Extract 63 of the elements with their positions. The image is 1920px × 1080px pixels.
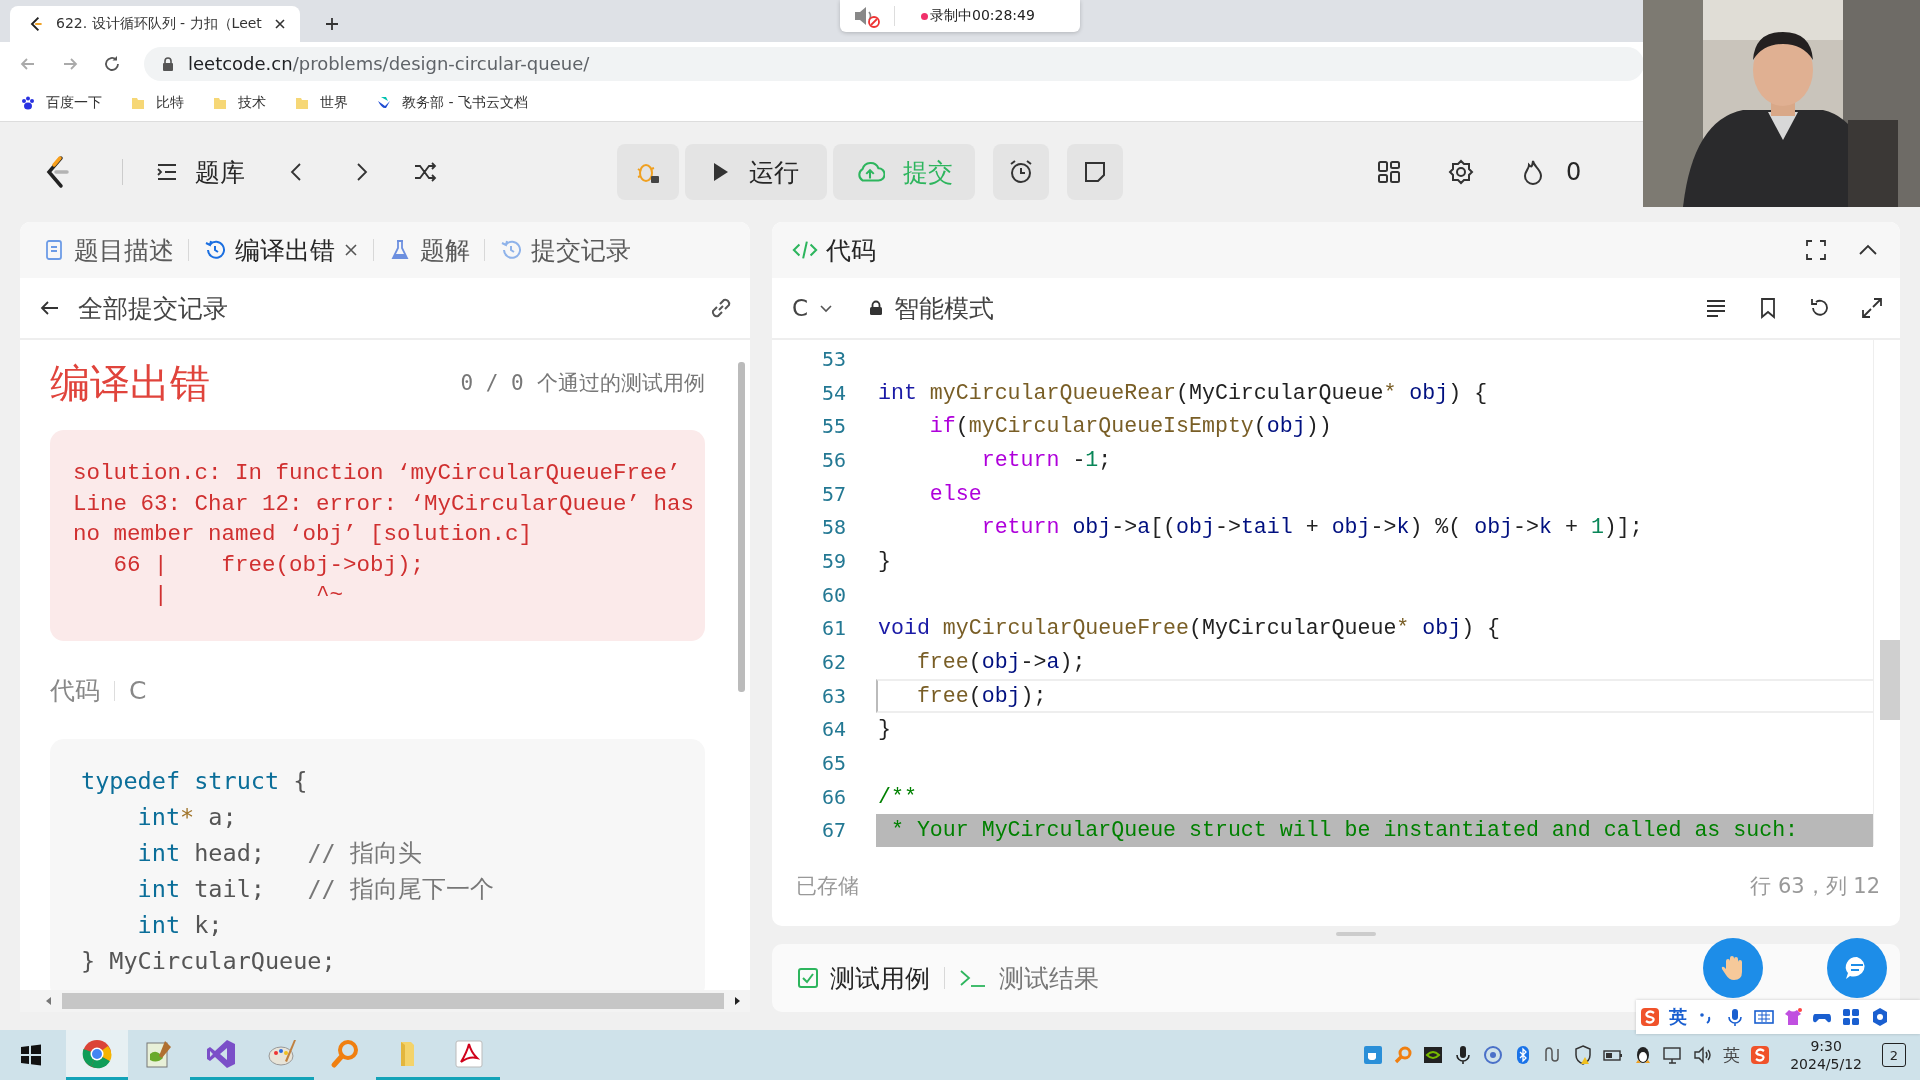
language-mode[interactable]: 英 (1669, 1005, 1687, 1029)
cursor-position: 行 63，列 12 (1750, 873, 1880, 900)
recording-timer: 录制中00:28:49 (930, 7, 1035, 25)
line-number: 66 (820, 784, 846, 809)
line-number: 53 (820, 346, 846, 371)
run-button[interactable]: 运行 (685, 144, 827, 200)
bookmark[interactable]: 教务部 - 飞书云文档 (376, 94, 528, 112)
code-line: int myCircularQueueRear(MyCircularQueue* obj) { (878, 380, 1488, 405)
error-message: solution.c: In function ‘myCircularQueueFree’ Line 63: Char 12: error: ‘MyCircularQueue’ has no member named ‘obj’ [solution.c] 66 | free(obj->obj); | ^~ (50, 430, 705, 641)
clock-time[interactable]: 9:30 (1810, 1037, 1842, 1055)
line-number: 67 (820, 818, 846, 843)
line-number: 57 (820, 481, 846, 506)
clock-date[interactable]: 2024/5/12 (1790, 1055, 1862, 1073)
tab-title: 622. 设计循环队列 - 力扣（Leet (56, 15, 262, 33)
passed-count: 0 / 0 个通过的测试用例 (460, 370, 705, 397)
code-line: return -1; (980, 447, 1112, 472)
code-line: void myCircularQueueFree(MyCircularQueue* obj) { (878, 616, 1501, 641)
line-number: 64 (820, 717, 846, 742)
panel-tab[interactable]: 提交记录 (499, 233, 631, 267)
line-number: 60 (820, 582, 846, 607)
line-number: 58 (820, 515, 846, 540)
bookmark[interactable]: 技术 (212, 94, 266, 112)
line-number: 61 (820, 616, 846, 641)
code-line: free(obj); (915, 683, 1047, 708)
code-block: typedef struct { int* a; int head; // 指向头 int tail; // 指向尾下一个 int k; } MyCircularQueue; (50, 738, 705, 990)
code-tab[interactable]: 代码 (792, 233, 876, 267)
line-number: 62 (820, 650, 846, 675)
language-dropdown[interactable]: C (792, 295, 835, 321)
code-line: return obj->a[(obj->tail + obj->k) %( obj->k + 1)]; (980, 515, 1643, 540)
save-status: 已存储 (796, 873, 859, 900)
result-title: 编译出错 (50, 358, 210, 408)
panel-tab[interactable]: 测试用例 (796, 961, 930, 995)
code-line: /** (878, 784, 917, 809)
panel-tab[interactable]: 题目描述 (42, 233, 174, 267)
panel-tab[interactable]: 测试结果 (959, 961, 1099, 995)
address-bar[interactable]: leetcode.cn/problems/design-circular-queue/ (144, 46, 1644, 81)
code-label: 代码 (50, 675, 100, 707)
mode-toggle[interactable]: 智能模式 (868, 291, 995, 325)
line-number: 65 (820, 751, 846, 776)
language-label: C (129, 676, 147, 705)
input-method-indicator[interactable]: 英 (1723, 1043, 1741, 1067)
panel-tab[interactable]: 题解 (388, 233, 470, 267)
line-number: 56 (820, 447, 846, 472)
line-number: 63 (820, 683, 846, 708)
code-line: if(myCircularQueueIsEmpty(obj)) (928, 414, 1332, 439)
browser-tab[interactable]: 622. 设计循环队列 - 力扣（Leet (10, 6, 300, 42)
code-line: free(obj->a); (915, 650, 1086, 675)
line-number: 55 (820, 414, 846, 439)
bookmark[interactable]: 百度一下 (20, 94, 102, 112)
code-line: } (878, 717, 891, 742)
url-text: leetcode.cn/problems/design-circular-queue/ (188, 53, 590, 74)
problem-bank-button[interactable]: 题库 (155, 155, 245, 189)
bookmark[interactable]: 比特 (130, 94, 184, 112)
code-line: } (878, 548, 891, 573)
line-number: 59 (820, 548, 846, 573)
code-line: else (928, 481, 982, 506)
notification-button[interactable]: 2 (1882, 1043, 1906, 1067)
code-line: * Your MyCircularQueue struct will be instantiated and called as such: (889, 818, 1799, 843)
panel-tab[interactable]: 编译出错 (203, 233, 359, 267)
line-number: 54 (820, 380, 846, 405)
back-link[interactable]: 全部提交记录 (38, 291, 228, 325)
streak-count: 0 (1566, 158, 1582, 186)
bookmark[interactable]: 世界 (294, 94, 348, 112)
